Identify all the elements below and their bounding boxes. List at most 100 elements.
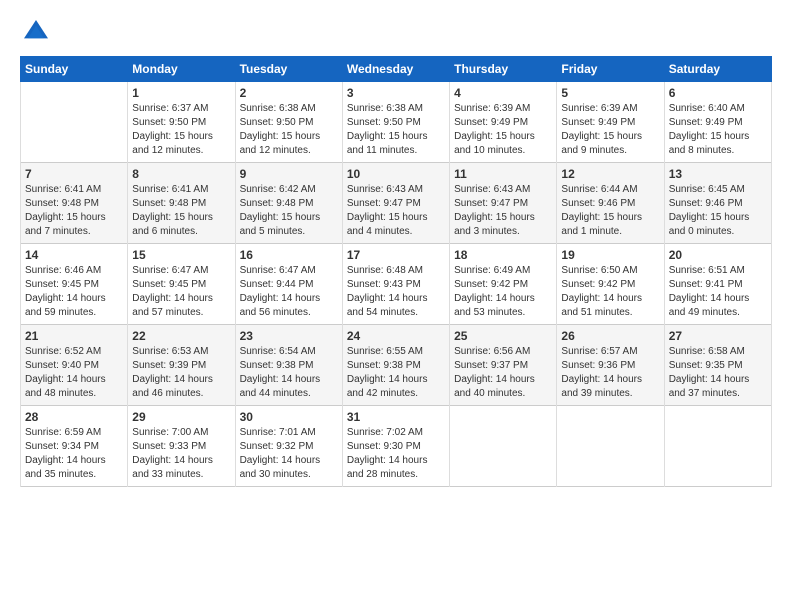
day-number: 29: [132, 410, 230, 424]
weekday-header: Sunday: [21, 57, 128, 82]
day-info: Sunrise: 6:39 AM Sunset: 9:49 PM Dayligh…: [561, 102, 659, 158]
day-info: Sunrise: 6:38 AM Sunset: 9:50 PM Dayligh…: [240, 102, 338, 158]
day-number: 1: [132, 86, 230, 100]
calendar-cell: 15 Sunrise: 6:47 AM Sunset: 9:45 PM Dayli…: [128, 244, 235, 325]
calendar-week-row: 7 Sunrise: 6:41 AM Sunset: 9:48 PM Daylig…: [21, 163, 772, 244]
calendar-table: SundayMondayTuesdayWednesdayThursdayFrid…: [20, 56, 772, 487]
calendar-cell: 14 Sunrise: 6:46 AM Sunset: 9:45 PM Dayli…: [21, 244, 128, 325]
calendar-body: 1Sunrise: 6:37 AM Sunset: 9:50 PM Daylig…: [21, 82, 772, 487]
calendar-cell: 21Sunrise: 6:52 AM Sunset: 9:40 PM Dayli…: [21, 325, 128, 406]
day-number: 21: [25, 329, 123, 343]
header: [20, 16, 772, 48]
weekday-header: Saturday: [664, 57, 771, 82]
calendar-cell: 26 Sunrise: 6:57 AM Sunset: 9:36 PM Dayli…: [557, 325, 664, 406]
calendar-header: SundayMondayTuesdayWednesdayThursdayFrid…: [21, 57, 772, 82]
day-info: Sunrise: 6:39 AM Sunset: 9:49 PM Dayligh…: [454, 102, 552, 158]
calendar-cell: 27Sunrise: 6:58 AM Sunset: 9:35 PM Dayli…: [664, 325, 771, 406]
day-info: Sunrise: 6:53 AM Sunset: 9:39 PM Dayligh…: [132, 345, 230, 401]
logo-icon: [20, 16, 52, 48]
day-number: 8: [132, 167, 230, 181]
day-info: Sunrise: 7:01 AM Sunset: 9:32 PM Dayligh…: [240, 426, 338, 482]
calendar-cell: [664, 406, 771, 487]
calendar-cell: 25Sunrise: 6:56 AM Sunset: 9:37 PM Dayli…: [450, 325, 557, 406]
weekday-header: Wednesday: [342, 57, 449, 82]
day-info: Sunrise: 7:00 AM Sunset: 9:33 PM Dayligh…: [132, 426, 230, 482]
day-number: 2: [240, 86, 338, 100]
calendar-cell: 5 Sunrise: 6:39 AM Sunset: 9:49 PM Daylig…: [557, 82, 664, 163]
day-number: 16: [240, 248, 338, 262]
day-info: Sunrise: 6:48 AM Sunset: 9:43 PM Dayligh…: [347, 264, 445, 320]
logo: [20, 16, 56, 48]
day-number: 30: [240, 410, 338, 424]
calendar-cell: 12 Sunrise: 6:44 AM Sunset: 9:46 PM Dayli…: [557, 163, 664, 244]
day-info: Sunrise: 7:02 AM Sunset: 9:30 PM Dayligh…: [347, 426, 445, 482]
weekday-header: Thursday: [450, 57, 557, 82]
calendar-week-row: 21Sunrise: 6:52 AM Sunset: 9:40 PM Dayli…: [21, 325, 772, 406]
day-info: Sunrise: 6:43 AM Sunset: 9:47 PM Dayligh…: [347, 183, 445, 239]
day-number: 7: [25, 167, 123, 181]
page-container: SundayMondayTuesdayWednesdayThursdayFrid…: [0, 0, 792, 497]
day-number: 5: [561, 86, 659, 100]
calendar-cell: 19 Sunrise: 6:50 AM Sunset: 9:42 PM Dayli…: [557, 244, 664, 325]
day-number: 13: [669, 167, 767, 181]
calendar-cell: [450, 406, 557, 487]
day-info: Sunrise: 6:46 AM Sunset: 9:45 PM Dayligh…: [25, 264, 123, 320]
day-number: 22: [132, 329, 230, 343]
day-info: Sunrise: 6:43 AM Sunset: 9:47 PM Dayligh…: [454, 183, 552, 239]
day-number: 3: [347, 86, 445, 100]
day-number: 26: [561, 329, 659, 343]
day-number: 9: [240, 167, 338, 181]
calendar-cell: 2 Sunrise: 6:38 AM Sunset: 9:50 PM Daylig…: [235, 82, 342, 163]
day-info: Sunrise: 6:50 AM Sunset: 9:42 PM Dayligh…: [561, 264, 659, 320]
weekday-row: SundayMondayTuesdayWednesdayThursdayFrid…: [21, 57, 772, 82]
day-number: 18: [454, 248, 552, 262]
day-info: Sunrise: 6:44 AM Sunset: 9:46 PM Dayligh…: [561, 183, 659, 239]
calendar-cell: 3 Sunrise: 6:38 AM Sunset: 9:50 PM Daylig…: [342, 82, 449, 163]
calendar-cell: 18 Sunrise: 6:49 AM Sunset: 9:42 PM Dayli…: [450, 244, 557, 325]
day-number: 10: [347, 167, 445, 181]
day-info: Sunrise: 6:42 AM Sunset: 9:48 PM Dayligh…: [240, 183, 338, 239]
calendar-cell: 31 Sunrise: 7:02 AM Sunset: 9:30 PM Dayli…: [342, 406, 449, 487]
calendar-cell: 7 Sunrise: 6:41 AM Sunset: 9:48 PM Daylig…: [21, 163, 128, 244]
day-info: Sunrise: 6:54 AM Sunset: 9:38 PM Dayligh…: [240, 345, 338, 401]
day-info: Sunrise: 6:38 AM Sunset: 9:50 PM Dayligh…: [347, 102, 445, 158]
calendar-cell: [557, 406, 664, 487]
day-info: Sunrise: 6:59 AM Sunset: 9:34 PM Dayligh…: [25, 426, 123, 482]
day-number: 11: [454, 167, 552, 181]
calendar-cell: 6Sunrise: 6:40 AM Sunset: 9:49 PM Daylig…: [664, 82, 771, 163]
calendar-cell: 10 Sunrise: 6:43 AM Sunset: 9:47 PM Dayli…: [342, 163, 449, 244]
day-number: 20: [669, 248, 767, 262]
day-number: 17: [347, 248, 445, 262]
day-number: 31: [347, 410, 445, 424]
day-info: Sunrise: 6:55 AM Sunset: 9:38 PM Dayligh…: [347, 345, 445, 401]
calendar-cell: 24Sunrise: 6:55 AM Sunset: 9:38 PM Dayli…: [342, 325, 449, 406]
calendar-cell: 9 Sunrise: 6:42 AM Sunset: 9:48 PM Daylig…: [235, 163, 342, 244]
day-info: Sunrise: 6:49 AM Sunset: 9:42 PM Dayligh…: [454, 264, 552, 320]
day-number: 15: [132, 248, 230, 262]
day-info: Sunrise: 6:47 AM Sunset: 9:45 PM Dayligh…: [132, 264, 230, 320]
calendar-cell: 29 Sunrise: 7:00 AM Sunset: 9:33 PM Dayli…: [128, 406, 235, 487]
day-number: 19: [561, 248, 659, 262]
day-number: 14: [25, 248, 123, 262]
calendar-cell: 22 Sunrise: 6:53 AM Sunset: 9:39 PM Dayli…: [128, 325, 235, 406]
calendar-cell: 23 Sunrise: 6:54 AM Sunset: 9:38 PM Dayli…: [235, 325, 342, 406]
day-number: 4: [454, 86, 552, 100]
calendar-cell: 4 Sunrise: 6:39 AM Sunset: 9:49 PM Daylig…: [450, 82, 557, 163]
day-info: Sunrise: 6:47 AM Sunset: 9:44 PM Dayligh…: [240, 264, 338, 320]
day-number: 25: [454, 329, 552, 343]
day-number: 6: [669, 86, 767, 100]
calendar-cell: 20 Sunrise: 6:51 AM Sunset: 9:41 PM Dayli…: [664, 244, 771, 325]
day-info: Sunrise: 6:41 AM Sunset: 9:48 PM Dayligh…: [25, 183, 123, 239]
calendar-cell: 17 Sunrise: 6:48 AM Sunset: 9:43 PM Dayli…: [342, 244, 449, 325]
day-info: Sunrise: 6:57 AM Sunset: 9:36 PM Dayligh…: [561, 345, 659, 401]
calendar-cell: 8Sunrise: 6:41 AM Sunset: 9:48 PM Daylig…: [128, 163, 235, 244]
calendar-cell: 1Sunrise: 6:37 AM Sunset: 9:50 PM Daylig…: [128, 82, 235, 163]
day-number: 12: [561, 167, 659, 181]
day-number: 23: [240, 329, 338, 343]
day-number: 27: [669, 329, 767, 343]
calendar-cell: 16 Sunrise: 6:47 AM Sunset: 9:44 PM Dayli…: [235, 244, 342, 325]
calendar-week-row: 28Sunrise: 6:59 AM Sunset: 9:34 PM Dayli…: [21, 406, 772, 487]
calendar-week-row: 14 Sunrise: 6:46 AM Sunset: 9:45 PM Dayli…: [21, 244, 772, 325]
weekday-header: Monday: [128, 57, 235, 82]
day-info: Sunrise: 6:51 AM Sunset: 9:41 PM Dayligh…: [669, 264, 767, 320]
